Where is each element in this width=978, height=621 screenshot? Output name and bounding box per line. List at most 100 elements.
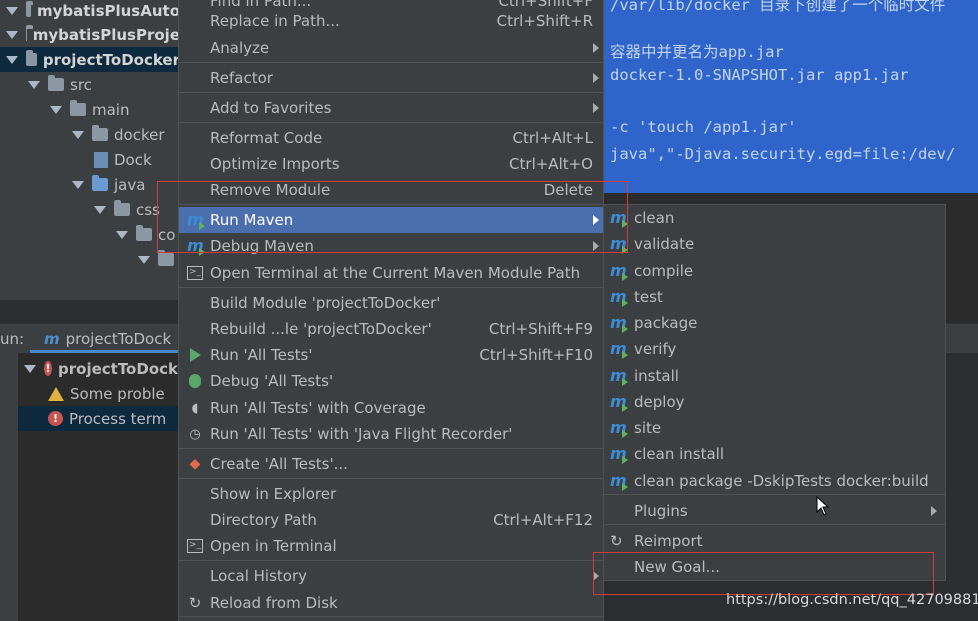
run-tree[interactable]: ! projectToDock Some proble! Process term: [18, 353, 178, 621]
menu-item[interactable]: Run 'All Tests' Ctrl+Shift+F10: [179, 342, 603, 368]
maven-goal-item[interactable]: m compile: [604, 258, 945, 284]
maven-goal-label: install: [634, 367, 679, 385]
shield-icon: ◖: [191, 400, 199, 416]
menu-item[interactable]: >_ Open in Terminal: [179, 533, 603, 559]
tree-item-label: mybatisPlusProje: [32, 25, 180, 44]
menu-item-label: Analyze: [210, 39, 270, 57]
chevron-down-icon[interactable]: [116, 230, 128, 239]
run-tree-item[interactable]: ! Process term: [18, 406, 178, 431]
maven-run-icon: m: [610, 209, 628, 228]
menu-item[interactable]: Local History: [179, 563, 603, 589]
tree-item-label: docker: [114, 125, 165, 144]
run-tree-item[interactable]: ! projectToDock: [18, 356, 178, 381]
menu-item-label: Reload from Disk: [210, 594, 338, 612]
folder-icon: [136, 225, 152, 241]
tree-item-label: co: [158, 225, 176, 244]
menu-item-shortcut: Ctrl+Alt+L: [512, 129, 594, 147]
menu-separator: [179, 204, 603, 205]
submenu-arrow-icon: [593, 43, 599, 53]
menu-item-shortcut: Ctrl+Shift+F10: [479, 346, 593, 364]
menu-item[interactable]: Directory Path Ctrl+Alt+F12: [179, 507, 603, 533]
menu-item[interactable]: m Debug Maven: [179, 233, 603, 259]
tree-item[interactable]: main: [0, 97, 180, 122]
maven-goal-item[interactable]: m clean install: [604, 441, 945, 467]
menu-item-label: Show in Explorer: [210, 485, 337, 503]
maven-goal-item[interactable]: ↻ Reimport: [604, 528, 945, 554]
tree-item[interactable]: [0, 247, 180, 272]
tree-item-label: java: [114, 175, 146, 194]
chevron-down-icon[interactable]: [28, 80, 40, 89]
menu-item-label: Debug Maven: [210, 237, 314, 255]
maven-goal-item[interactable]: m test: [604, 284, 945, 310]
menu-item[interactable]: Show in Explorer: [179, 481, 603, 507]
tree-item[interactable]: mybatisPlusAuto: [0, 0, 180, 23]
maven-icon: m: [610, 234, 628, 254]
chevron-down-icon[interactable]: [138, 255, 150, 264]
chevron-down-icon[interactable]: [72, 180, 84, 189]
maven-goal-label: clean: [634, 209, 675, 227]
chevron-down-icon[interactable]: [6, 30, 18, 39]
tree-item[interactable]: Dock: [0, 147, 180, 172]
maven-goal-item[interactable]: m verify: [604, 336, 945, 362]
menu-item-label: Reformat Code: [210, 129, 323, 147]
menu-item[interactable]: Remove Module Delete: [179, 177, 603, 203]
menu-item-label: Run 'All Tests': [210, 346, 313, 364]
tree-item[interactable]: src: [0, 72, 180, 97]
maven-goal-label: New Goal...: [634, 558, 720, 576]
run-tab[interactable]: m projectToDock: [44, 330, 171, 348]
bug-icon: [189, 374, 201, 388]
menu-item[interactable]: ◷ Run 'All Tests' with 'Java Flight Recor…: [179, 421, 603, 447]
menu-separator: [179, 560, 603, 561]
menu-item[interactable]: ◖ Run 'All Tests' with Coverage: [179, 395, 603, 421]
tree-item[interactable]: mybatisPlusProje: [0, 22, 180, 47]
project-tree[interactable]: mybatisPlusAuto mybatisPlusProje projectTo…: [0, 0, 180, 300]
menu-item[interactable]: Rebuild ...le 'projectToDocker' Ctrl+Shif…: [179, 316, 603, 342]
maven-goal-label: Plugins: [634, 502, 688, 520]
submenu-arrow-icon: [593, 103, 599, 113]
chevron-down-icon[interactable]: [50, 105, 62, 114]
menu-item[interactable]: Replace in Path... Ctrl+Shift+R: [179, 8, 603, 34]
maven-goal-item[interactable]: m clean: [604, 205, 945, 231]
menu-item[interactable]: Reformat Code Ctrl+Alt+L: [179, 125, 603, 151]
chevron-down-icon[interactable]: [6, 55, 18, 64]
menu-item[interactable]: Build Module 'projectToDocker': [179, 290, 603, 316]
code-line: /var/lib/docker 目录下创建了一个临时文件: [610, 0, 946, 14]
chevron-down-icon[interactable]: [6, 6, 18, 15]
submenu-arrow-icon: [593, 73, 599, 83]
code-line: 容器中并更名为app.jar: [610, 43, 784, 61]
menu-separator: [604, 524, 945, 525]
maven-goal-item[interactable]: Plugins: [604, 498, 945, 524]
chevron-down-icon[interactable]: [72, 130, 84, 139]
chevron-down-icon[interactable]: [24, 364, 36, 373]
tree-item[interactable]: projectToDocker: [0, 47, 180, 72]
maven-icon: m: [610, 287, 628, 307]
menu-item[interactable]: ↻ Reload from Disk: [179, 590, 603, 616]
menu-item[interactable]: Debug 'All Tests': [179, 368, 603, 394]
run-tree-item[interactable]: Some proble: [18, 381, 178, 406]
menu-item[interactable]: m Run Maven: [179, 207, 603, 233]
tree-item[interactable]: java: [0, 172, 180, 197]
maven-run-icon: m: [610, 367, 628, 386]
tree-item[interactable]: css: [0, 197, 180, 222]
menu-item[interactable]: ◆ Create 'All Tests'...: [179, 451, 603, 477]
maven-goal-item[interactable]: m package: [604, 310, 945, 336]
tree-item[interactable]: docker: [0, 122, 180, 147]
maven-goal-item[interactable]: m install: [604, 363, 945, 389]
run-toolbar[interactable]: [0, 353, 18, 621]
menu-item[interactable]: Optimize Imports Ctrl+Alt+O: [179, 151, 603, 177]
menu-item[interactable]: >_ Open Terminal at the Current Maven Mod…: [179, 260, 603, 286]
menu-item[interactable]: Refactor: [179, 65, 603, 91]
maven-goal-item[interactable]: m deploy: [604, 389, 945, 415]
maven-goal-item[interactable]: m site: [604, 415, 945, 441]
editor-selection-area[interactable]: [600, 0, 978, 193]
chevron-down-icon[interactable]: [94, 205, 106, 214]
menu-item[interactable]: Add to Favorites: [179, 95, 603, 121]
maven-goal-item[interactable]: m validate: [604, 231, 945, 257]
maven-goal-item[interactable]: m clean package -DskipTests docker:build: [604, 468, 945, 494]
menu-item[interactable]: Analyze: [179, 35, 603, 61]
maven-goal-item[interactable]: New Goal...: [604, 554, 945, 580]
maven-run-icon: m: [610, 314, 628, 333]
maven-icon: m: [610, 339, 628, 359]
tree-item[interactable]: co: [0, 222, 180, 247]
code-line: -c 'touch /app1.jar': [610, 118, 797, 136]
